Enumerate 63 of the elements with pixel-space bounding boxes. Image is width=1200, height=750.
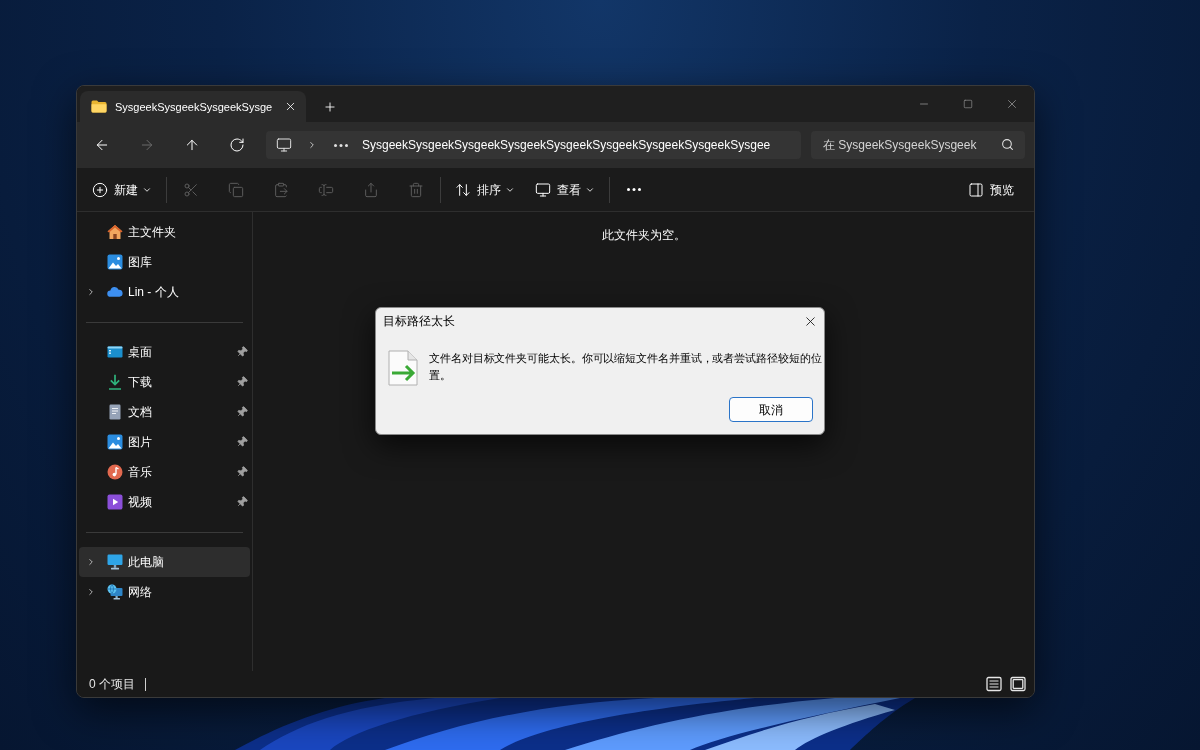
new-button[interactable]: 新建	[84, 173, 160, 206]
scissors-icon	[183, 181, 199, 198]
search-icon	[1001, 138, 1014, 151]
close-icon	[1005, 97, 1019, 111]
share-icon	[363, 181, 379, 198]
maximize-icon	[963, 99, 973, 109]
item-count: 0 个项目	[89, 676, 135, 692]
dialog-message: 文件名对目标文件夹可能太长。你可以缩短文件名并重试，或者尝试路径较短的位置。	[429, 351, 823, 383]
folder-icon	[91, 100, 107, 113]
preview-button[interactable]: 预览	[960, 173, 1022, 206]
display-icon	[535, 181, 551, 198]
cloud-icon	[107, 287, 123, 297]
breadcrumb-item[interactable]: SysgeekSysgeekSysgeekSysgeekSysgeekSysgeekSysgeekSysgeekSysgee	[362, 137, 771, 153]
plus-circle-icon	[92, 181, 108, 198]
sidebar-item[interactable]: 下载	[79, 367, 250, 397]
cancel-button[interactable]: 取消	[729, 397, 813, 422]
sidebar-item[interactable]: 图库	[79, 247, 250, 277]
copy-icon	[228, 181, 244, 198]
desktop-icon	[107, 346, 123, 358]
view-button[interactable]: 查看	[527, 173, 603, 206]
sidebar-item[interactable]: Lin - 个人	[79, 277, 250, 307]
tab[interactable]: SysgeekSysgeekSysgeekSysge	[80, 91, 306, 122]
picture-icon	[107, 434, 123, 450]
sidebar-item[interactable]: 文档	[79, 397, 250, 427]
sidebar-item[interactable]: 此电脑	[79, 547, 250, 577]
sidebar-item[interactable]: 主文件夹	[79, 217, 250, 247]
sidebar-item[interactable]: 视频	[79, 487, 250, 517]
monitor-icon	[276, 137, 292, 153]
chevron-right-icon[interactable]	[86, 557, 96, 567]
sidebar-item[interactable]: 网络	[79, 577, 250, 607]
sort-arrows-icon	[455, 181, 471, 198]
ellipsis-icon[interactable]	[334, 143, 348, 147]
text-cursor-icon	[318, 181, 334, 198]
sort-button[interactable]: 排序	[447, 173, 523, 206]
monitor-icon	[107, 554, 123, 570]
house-icon	[107, 224, 123, 240]
chevron-right-icon[interactable]	[86, 287, 96, 297]
video-icon	[107, 494, 123, 510]
address-bar[interactable]: SysgeekSysgeekSysgeekSysgeekSysgeekSysgeekSysgeekSysgeekSysgee	[266, 131, 801, 159]
music-note-icon	[107, 464, 123, 480]
plus-icon	[323, 99, 337, 114]
sidebar-item[interactable]: 图片	[79, 427, 250, 457]
search-field[interactable]: 在 SysgeekSysgeekSysgeek	[811, 131, 1025, 159]
document-icon	[109, 404, 121, 420]
details-view-icon[interactable]	[986, 676, 1002, 692]
dialog-title: 目标路径太长	[383, 313, 455, 329]
panel-icon	[968, 181, 984, 198]
picture-icon	[107, 254, 123, 270]
tiles-view-icon[interactable]	[1010, 676, 1026, 692]
sidebar-item[interactable]: 桌面	[79, 337, 250, 367]
download-icon	[107, 374, 123, 390]
chevron-right-icon[interactable]	[86, 587, 96, 597]
refresh-icon	[229, 137, 245, 153]
right-arrow-icon	[139, 137, 155, 153]
chevron-right-icon[interactable]	[307, 140, 317, 150]
network-icon	[107, 584, 123, 600]
left-arrow-icon	[94, 137, 110, 153]
sidebar-item[interactable]: 音乐	[79, 457, 250, 487]
document-arrow-icon	[388, 350, 418, 386]
empty-folder-message: 此文件夹为空。	[601, 227, 686, 243]
clipboard-icon	[273, 181, 289, 198]
trash-icon	[408, 181, 424, 198]
more-icon	[627, 188, 641, 191]
